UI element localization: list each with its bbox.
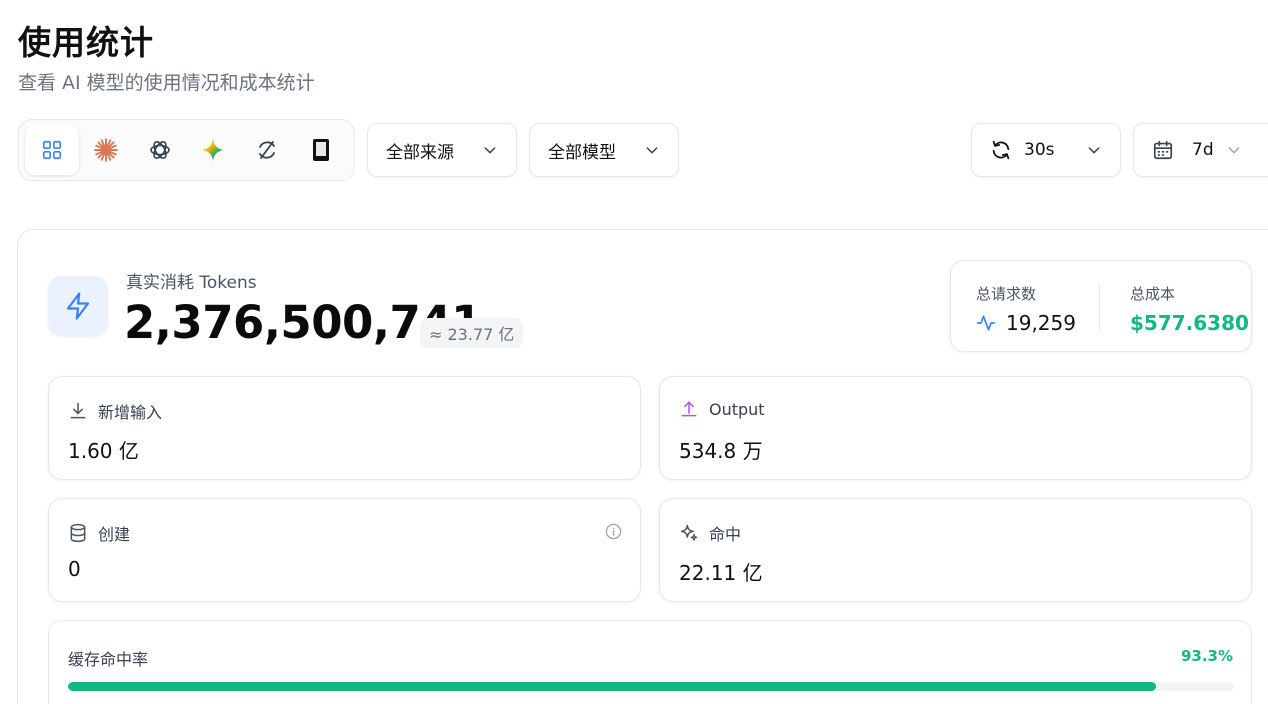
sync-icon xyxy=(259,141,276,159)
model-select-label: 全部模型 xyxy=(548,142,616,163)
source-select-label: 全部来源 xyxy=(386,142,454,163)
refresh-icon xyxy=(990,139,1012,161)
tokens-icon-box xyxy=(48,276,108,336)
page-title: 使用统计 xyxy=(18,23,154,62)
database-icon xyxy=(70,523,86,543)
chevron-down-icon xyxy=(1086,142,1102,158)
model-select[interactable]: 全部模型 xyxy=(529,123,679,177)
date-range-label: 7d xyxy=(1192,140,1214,160)
summary-divider xyxy=(1099,283,1100,331)
chevron-down-icon xyxy=(644,142,660,158)
cache-hit-rate-label: 缓存命中率 xyxy=(68,650,149,669)
provider-all-button[interactable] xyxy=(25,125,79,175)
page-subtitle: 查看 AI 模型的使用情况和成本统计 xyxy=(18,72,315,94)
activity-icon xyxy=(976,315,996,331)
provider-claude-button[interactable] xyxy=(79,125,133,175)
cache-hit-rate-percent: 93.3% xyxy=(1180,647,1233,665)
cache-hit-value: 22.11 亿 xyxy=(679,561,763,585)
calendar-icon xyxy=(1152,139,1174,161)
input-tokens-label: 新增输入 xyxy=(98,403,163,422)
grid-icon xyxy=(42,140,61,160)
cache-hit-rate-track xyxy=(68,682,1234,691)
summary-box: 总请求数 总成本 19,259 $577.6380 xyxy=(950,260,1252,352)
input-tokens-value: 1.60 亿 xyxy=(68,439,139,463)
claude-icon xyxy=(93,138,118,162)
provider-openai-button[interactable] xyxy=(133,125,187,175)
total-requests-row: 19,259 xyxy=(976,311,1076,335)
output-tokens-card: Output 534.8 万 xyxy=(659,376,1252,480)
date-range-select[interactable]: 7d xyxy=(1133,123,1268,177)
upload-icon xyxy=(681,401,697,417)
cache-hit-rate-card: 缓存命中率 93.3% xyxy=(48,620,1252,704)
input-tokens-card: 新增输入 1.60 亿 xyxy=(48,376,641,480)
cache-create-value: 0 xyxy=(68,557,81,581)
refresh-interval-select[interactable]: 30s xyxy=(971,123,1121,177)
provider-filter-group xyxy=(18,119,355,181)
source-select[interactable]: 全部来源 xyxy=(367,123,517,177)
provider-device-button[interactable] xyxy=(294,125,348,175)
output-tokens-label: Output xyxy=(709,399,765,419)
total-requests-label: 总请求数 xyxy=(976,285,1037,303)
total-cost-label: 总成本 xyxy=(1130,285,1176,303)
cache-hit-label: 命中 xyxy=(709,525,742,544)
device-icon xyxy=(313,139,330,161)
gemini-icon xyxy=(202,139,225,161)
info-icon[interactable] xyxy=(605,523,622,544)
refresh-interval-label: 30s xyxy=(1024,140,1055,160)
sparkles-icon xyxy=(680,524,698,541)
provider-sync-button[interactable] xyxy=(240,125,294,175)
cache-hit-rate-fill xyxy=(68,682,1156,691)
cache-hit-card: 命中 22.11 亿 xyxy=(659,498,1252,602)
cache-create-label: 创建 xyxy=(98,525,131,544)
output-tokens-value: 534.8 万 xyxy=(679,439,763,463)
download-icon xyxy=(70,402,86,419)
total-requests-value: 19,259 xyxy=(1006,311,1076,335)
lightning-icon xyxy=(66,292,90,320)
provider-gemini-button[interactable] xyxy=(186,125,240,175)
openai-icon xyxy=(149,141,170,159)
cache-create-card: 创建 0 xyxy=(48,498,641,602)
total-cost-value: $577.6380 xyxy=(1130,311,1249,335)
tokens-approx-badge: ≈ 23.77 亿 xyxy=(420,318,524,348)
chevron-down-icon xyxy=(1226,142,1242,158)
tokens-label: 真实消耗 Tokens xyxy=(126,273,257,293)
chevron-down-icon xyxy=(482,142,498,158)
